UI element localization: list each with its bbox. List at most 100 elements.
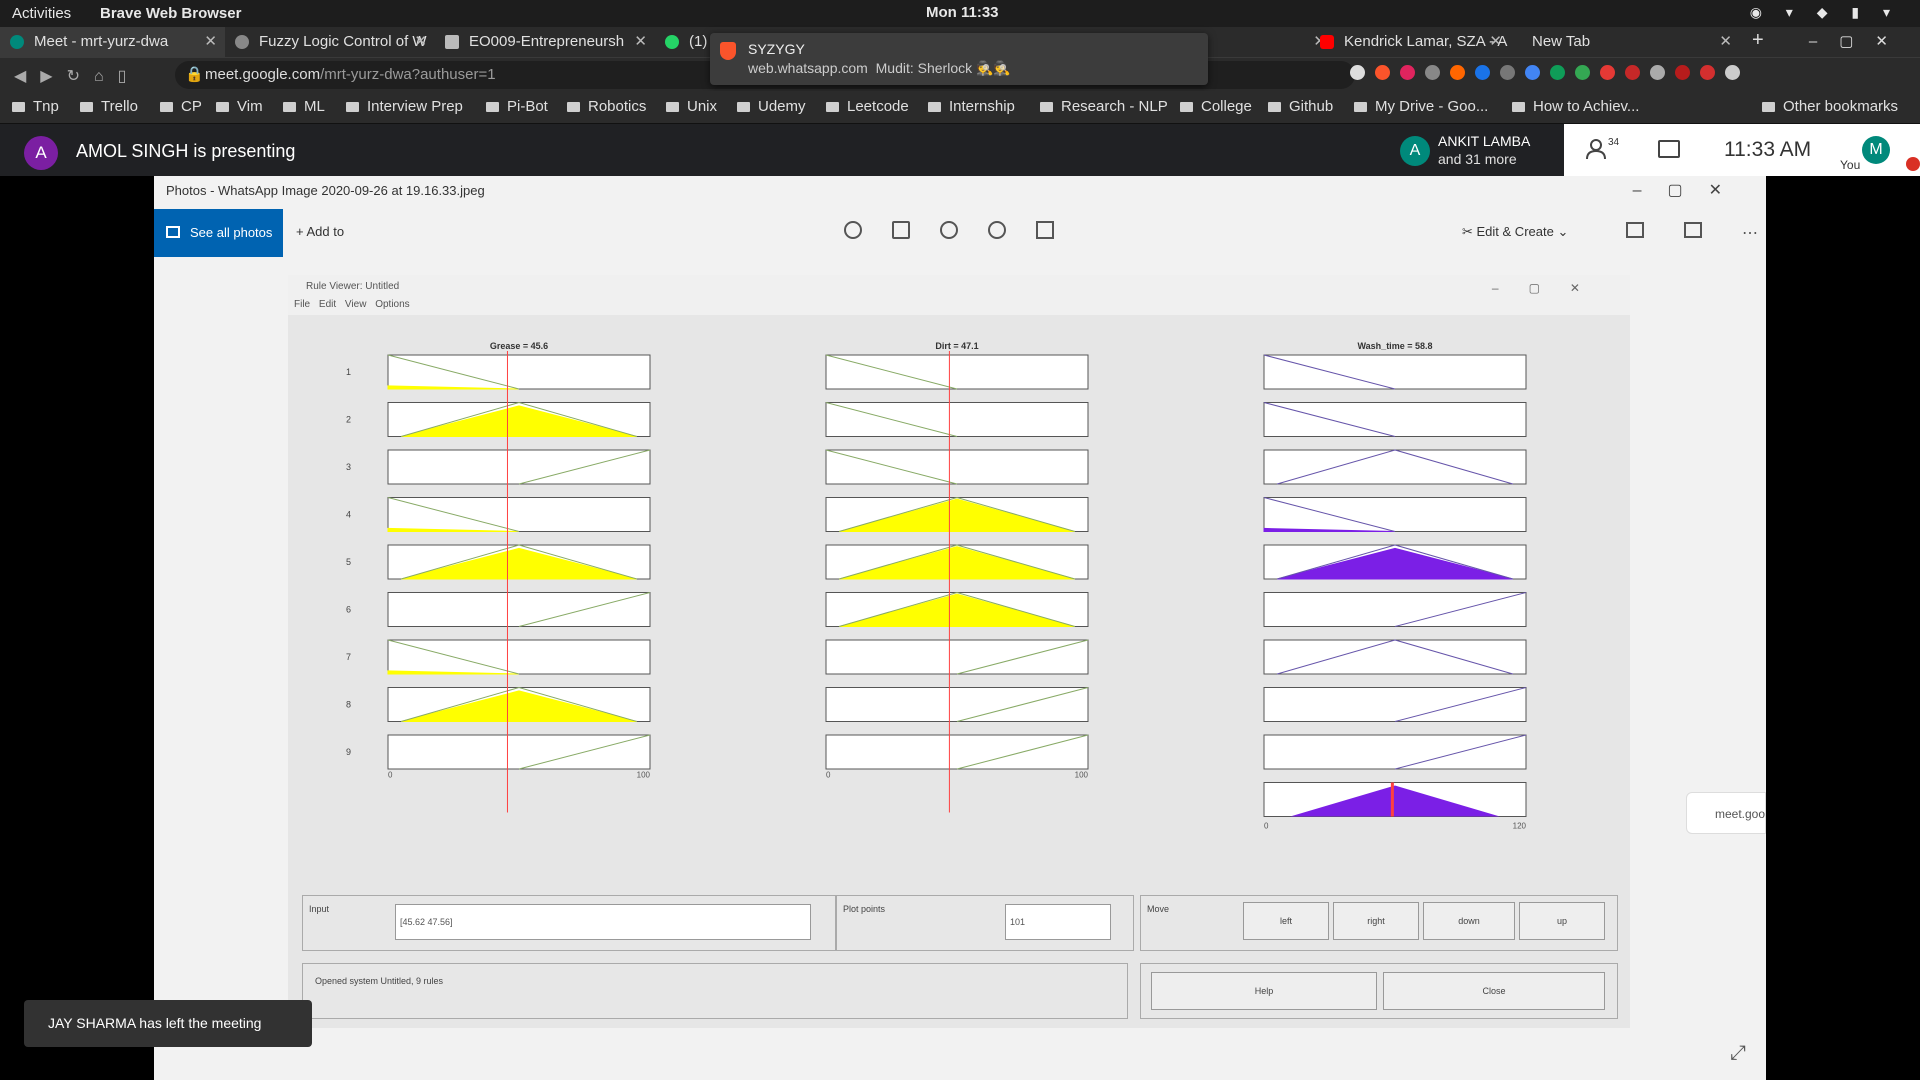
participant-avatar: A xyxy=(1400,136,1430,166)
share-icon[interactable] xyxy=(1626,222,1644,238)
rule-3-box-1 xyxy=(825,449,1089,485)
bookmark-13[interactable]: College xyxy=(1180,98,1252,115)
input-field: [45.62 47.56] xyxy=(395,904,811,940)
rule-number-4: 4 xyxy=(346,510,351,520)
folder-icon xyxy=(928,102,941,112)
bookmark-16[interactable]: How to Achiev... xyxy=(1512,98,1639,115)
rule-number-6: 6 xyxy=(346,605,351,615)
bookmark-8[interactable]: Unix xyxy=(666,98,717,115)
folder-icon xyxy=(346,102,359,112)
rule-1-box-0 xyxy=(387,354,651,390)
bookmark-11[interactable]: Internship xyxy=(928,98,1015,115)
tab-eo009[interactable]: EO009-Entrepreneursh ✕ xyxy=(435,27,655,57)
participant-tile[interactable]: A ANKIT LAMBA and 31 more xyxy=(1392,124,1564,176)
bookmark-label: ML xyxy=(304,98,325,115)
nav-buttons[interactable]: ◀▶↻⌂▯ xyxy=(14,66,140,86)
close-icon[interactable]: ✕ xyxy=(634,27,647,57)
bookmark-17[interactable]: Other bookmarks xyxy=(1762,98,1898,115)
bookmark-15[interactable]: My Drive - Goo... xyxy=(1354,98,1488,115)
image-icon xyxy=(445,35,459,49)
tab-fuzzy[interactable]: Fuzzy Logic Control of W ✕ xyxy=(225,27,435,57)
move-down-button: down xyxy=(1423,902,1515,940)
rotate-icon[interactable] xyxy=(988,221,1006,239)
expand-icon[interactable]: ⤢ xyxy=(1730,1042,1752,1064)
rule-9-box-1 xyxy=(825,734,1089,770)
bookmark-10[interactable]: Leetcode xyxy=(826,98,909,115)
crop-icon[interactable] xyxy=(1036,221,1054,239)
folder-icon xyxy=(1512,102,1525,112)
bookmark-7[interactable]: Robotics xyxy=(567,98,646,115)
tab-label: Meet - mrt-yurz-dwa xyxy=(34,33,169,50)
folder-icon xyxy=(1180,102,1193,112)
bookmark-5[interactable]: Interview Prep xyxy=(346,98,463,115)
move-panel: Move left right down up xyxy=(1140,895,1618,951)
rule-viewer-window-controls: –▢✕ xyxy=(1491,281,1610,295)
rule-viewer-image: Rule Viewer: Untitled –▢✕ File Edit View… xyxy=(288,275,1630,1028)
system-clock[interactable]: Mon 11:33 xyxy=(926,4,999,21)
delete-icon[interactable] xyxy=(892,221,910,239)
see-all-photos-button[interactable]: See all photos xyxy=(154,209,283,257)
tab-youtube[interactable]: Kendrick Lamar, SZA - A ✕ xyxy=(1310,27,1510,57)
bookmark-4[interactable]: ML xyxy=(283,98,325,115)
bookmark-1[interactable]: Trello xyxy=(80,98,138,115)
whatsapp-notification[interactable]: SYZYGY web.whatsapp.com Mudit: Sherlock … xyxy=(710,33,1208,85)
edit-create-button[interactable]: ✂ Edit & Create ⌄ xyxy=(1462,224,1568,240)
rule-8-box-2 xyxy=(1263,687,1527,722)
photos-window-controls[interactable]: –▢✕ xyxy=(1633,180,1748,200)
notification-text: Mudit: Sherlock 🕵️🕵️ xyxy=(875,60,1011,76)
bookmark-label: My Drive - Goo... xyxy=(1375,98,1489,115)
system-top-bar: Activities Brave Web Browser Mon 11:33 ◉… xyxy=(0,0,1920,27)
mic-off-icon xyxy=(1906,157,1920,171)
tab-whatsapp[interactable]: (1) xyxy=(655,27,715,57)
chat-icon[interactable] xyxy=(1658,140,1680,158)
bookmark-9[interactable]: Udemy xyxy=(737,98,806,115)
system-tray-icons[interactable]: ◉ ▾ ◆ ▮ ▾ xyxy=(1750,4,1900,21)
bookmark-0[interactable]: Tnp xyxy=(12,98,59,115)
app-menu[interactable]: Brave Web Browser xyxy=(100,5,241,22)
close-icon[interactable]: ✕ xyxy=(204,27,217,57)
bookmarks-bar: Tnp Trello CP Vim ML Interview Prep Pi-Bot Robo… xyxy=(0,91,1920,124)
tab-meet[interactable]: Meet - mrt-yurz-dwa ✕ xyxy=(0,27,225,57)
tab-label: (1) xyxy=(689,33,708,50)
browser-window-controls[interactable]: –▢✕ xyxy=(1809,27,1910,57)
meet-pill[interactable]: meet.goo xyxy=(1686,792,1766,834)
close-icon[interactable]: ✕ xyxy=(1719,27,1732,57)
move-up-button: up xyxy=(1519,902,1605,940)
plot-points-panel: Plot points 101 xyxy=(836,895,1134,951)
bookmark-6[interactable]: Pi-Bot xyxy=(486,98,548,115)
heart-icon[interactable] xyxy=(940,221,958,239)
zoom-icon[interactable] xyxy=(844,221,862,239)
menu-options: Options xyxy=(375,299,410,310)
bookmark-label: Tnp xyxy=(33,98,59,115)
bookmark-2[interactable]: CP xyxy=(160,98,202,115)
lock-icon: 🔒 xyxy=(185,66,204,83)
menu-file: File xyxy=(294,299,311,310)
bookmark-3[interactable]: Vim xyxy=(216,98,263,115)
folder-icon xyxy=(1268,102,1281,112)
close-icon[interactable]: ✕ xyxy=(414,27,427,57)
add-to-button[interactable]: + Add to xyxy=(296,224,344,239)
activities-button[interactable]: Activities xyxy=(12,5,71,22)
close-icon[interactable]: ✕ xyxy=(1489,27,1502,57)
photo-toolbar xyxy=(844,221,1084,241)
print-icon[interactable] xyxy=(1684,222,1702,238)
extension-icons[interactable] xyxy=(1350,64,1750,86)
bookmark-label: How to Achiev... xyxy=(1533,98,1640,115)
tick-max-1: 100 xyxy=(1075,771,1089,780)
menu-view: View xyxy=(344,299,367,310)
bookmark-label: Internship xyxy=(949,98,1015,115)
bookmark-14[interactable]: Github xyxy=(1268,98,1333,115)
rule-8-box-1 xyxy=(825,687,1089,722)
new-tab-icon[interactable]: + xyxy=(1752,29,1764,52)
self-avatar[interactable]: M xyxy=(1862,136,1890,164)
column-title-1: Dirt = 47.1 xyxy=(935,341,978,351)
tab-new[interactable]: New Tab ✕ xyxy=(1510,27,1740,57)
bookmark-label: Vim xyxy=(237,98,263,115)
photos-title: Photos - WhatsApp Image 2020-09-26 at 19… xyxy=(166,183,485,198)
input-label: Input xyxy=(309,904,330,914)
bookmark-12[interactable]: Research - NLP xyxy=(1040,98,1168,115)
tab-label: Kendrick Lamar, SZA - A xyxy=(1344,33,1508,50)
url-path: /mrt-yurz-dwa?authuser=1 xyxy=(320,66,496,83)
rule-number-7: 7 xyxy=(346,652,351,662)
more-icon[interactable]: ⋯ xyxy=(1742,225,1758,242)
